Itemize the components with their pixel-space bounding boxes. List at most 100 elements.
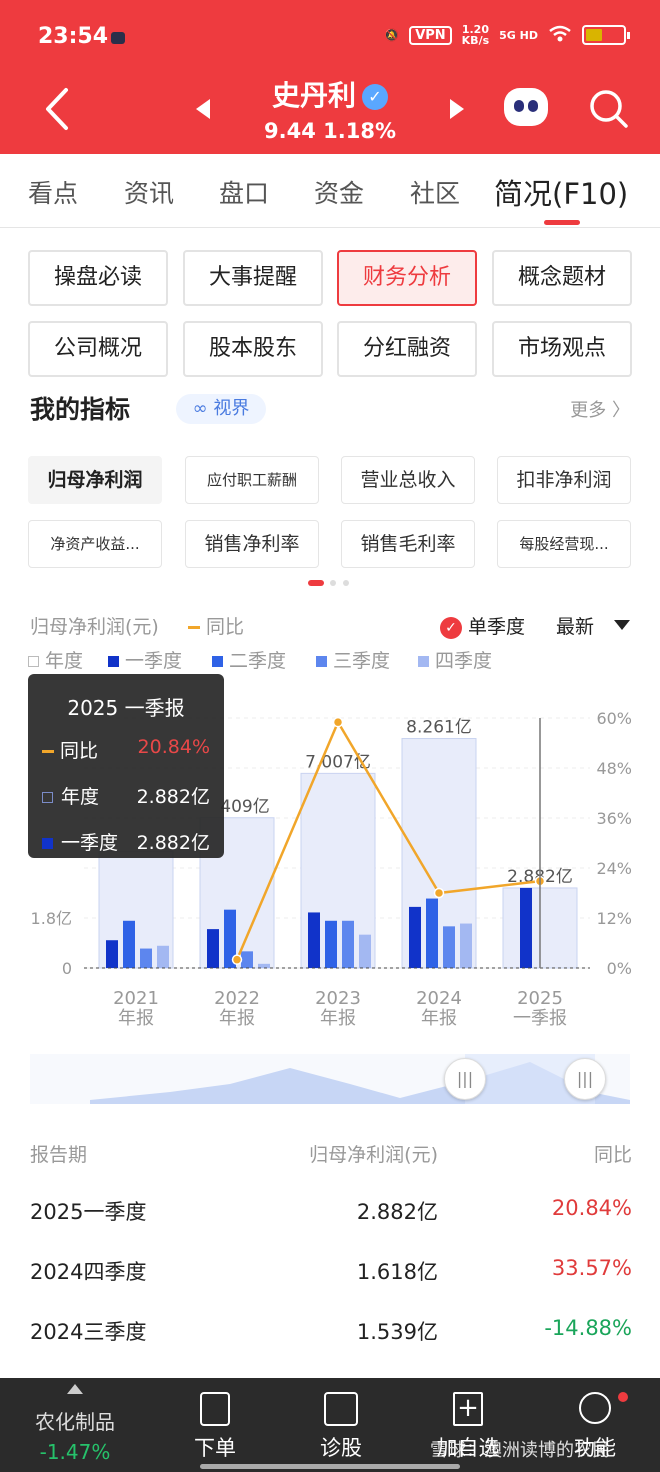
table-header-period: 报告期	[30, 1144, 88, 1166]
ai-assistant-icon[interactable]	[504, 88, 548, 126]
row-value: 1.539亿	[356, 1320, 438, 1344]
latest-dropdown[interactable]: 最新	[556, 612, 594, 639]
chevron-down-icon[interactable]	[614, 620, 630, 630]
quarter-bar	[258, 963, 270, 968]
slider-handle-right[interactable]: |||	[564, 1058, 606, 1100]
vpn-badge: VPN	[409, 25, 452, 45]
single-quarter-toggle[interactable]: ✓ 单季度	[440, 612, 525, 639]
quick-btn-market-views[interactable]: 市场观点	[492, 321, 632, 377]
chevron-up-icon	[67, 1384, 83, 1394]
legend-q4: 四季度	[418, 646, 492, 673]
sector-change: -1.47%	[39, 1440, 111, 1464]
page-dot	[343, 580, 349, 586]
mute-icon: 🔕	[384, 28, 400, 42]
status-time: 23:54	[38, 24, 109, 49]
quarter-bar	[342, 920, 354, 968]
yoy-legend: 同比	[188, 612, 244, 639]
bar-label: 409亿	[220, 797, 269, 817]
table-row[interactable]: 2024四季度 1.618亿 33.57%	[0, 1256, 660, 1296]
table-row[interactable]: 2025一季度 2.882亿 20.84%	[0, 1196, 660, 1236]
quarter-bar	[207, 929, 219, 968]
indicator-revenue[interactable]: 营业总收入	[341, 456, 475, 504]
quarter-bar	[123, 920, 135, 968]
stock-quote: 9.44 1.18%	[0, 119, 660, 143]
more-link[interactable]: 更多 〉	[570, 396, 630, 422]
plus-icon: +	[453, 1392, 483, 1426]
tab-community[interactable]: 社区	[410, 174, 460, 210]
wifi-icon	[548, 25, 572, 46]
check-icon: ✓	[440, 616, 462, 639]
indicator-payroll[interactable]: 应付职工薪酬	[185, 456, 319, 504]
tooltip-row-yoy: 同比 20.84%	[42, 736, 210, 762]
yoy-point	[231, 954, 243, 965]
table-row[interactable]: 2024三季度 1.539亿 -14.88%	[0, 1316, 660, 1356]
sector-quote[interactable]: 农化制品 -1.47%	[20, 1378, 130, 1472]
yoy-point	[332, 716, 344, 728]
battery-icon	[582, 25, 630, 45]
indicator-net-margin[interactable]: 销售净利率	[185, 520, 319, 568]
legend-q1: 一季度	[108, 646, 182, 673]
tab-news[interactable]: 资讯	[124, 174, 174, 210]
quarter-bar	[359, 934, 371, 968]
status-icons: 🔕 VPN 1.20 KB/s 5G HD	[384, 23, 630, 47]
indicator-gross-margin[interactable]: 销售毛利率	[341, 520, 475, 568]
tab-highlights[interactable]: 看点	[28, 174, 78, 210]
home-indicator[interactable]	[200, 1464, 460, 1469]
watermark: 雪球：澳洲读博的农民	[430, 1440, 610, 1461]
quick-btn-dividends[interactable]: 分红融资	[337, 321, 477, 377]
page-dot	[330, 580, 336, 586]
x-tick-label: 一季报	[513, 1008, 567, 1029]
menu-icon	[579, 1392, 611, 1424]
main-tabs: 看点 资讯 盘口 资金 社区 简况(F10)	[0, 154, 660, 228]
quick-btn-trading-guide[interactable]: 操盘必读	[28, 250, 168, 306]
page-dot-active	[308, 580, 324, 586]
x-tick-label: 年报	[421, 1008, 457, 1029]
quarter-bar	[460, 923, 472, 968]
stock-title: 史丹利 ✓	[0, 74, 660, 114]
stock-name: 史丹利	[271, 79, 356, 112]
diagnose-button[interactable]: 诊股	[286, 1378, 396, 1472]
indicator-deducted-profit[interactable]: 扣非净利润	[497, 456, 631, 504]
x-tick-label: 2023	[315, 988, 361, 1009]
quarter-bar	[241, 951, 253, 968]
quick-btn-shareholders[interactable]: 股本股东	[183, 321, 323, 377]
range-slider-track[interactable]	[30, 1054, 630, 1104]
app-header: 23:54 🔕 VPN 1.20 KB/s 5G HD 史丹利 ✓ 9.44 1.1…	[0, 0, 660, 154]
tab-quote[interactable]: 盘口	[219, 174, 269, 210]
indicator-net-profit[interactable]: 归母净利润	[28, 456, 162, 504]
row-yoy: 20.84%	[551, 1196, 632, 1220]
search-icon[interactable]	[588, 88, 630, 130]
slider-handle-left[interactable]: |||	[444, 1058, 486, 1100]
indicator-roe[interactable]: 净资产收益...	[28, 520, 162, 568]
row-period: 2024三季度	[30, 1320, 147, 1344]
y-left-tick: 0	[62, 959, 72, 978]
view-chip[interactable]: ∞ 视界	[176, 394, 266, 424]
quarter-bar	[520, 887, 532, 968]
tab-funds[interactable]: 资金	[314, 174, 364, 210]
section-title: 我的指标	[30, 395, 131, 424]
yoy-line	[235, 719, 541, 961]
x-tick-label: 2024	[416, 988, 462, 1009]
tooltip-row-q1: 一季度 2.882亿	[42, 828, 210, 854]
quarter-bar	[409, 906, 421, 968]
table-header-yoy: 同比	[593, 1144, 632, 1166]
order-button[interactable]: 下单	[160, 1378, 270, 1472]
order-icon	[200, 1392, 230, 1426]
quick-btn-financial-analysis[interactable]: 财务分析	[337, 250, 477, 306]
indicator-operating-cashflow[interactable]: 每股经营现...	[497, 520, 631, 568]
active-tab-indicator	[544, 220, 580, 225]
next-stock-arrow[interactable]	[450, 99, 464, 119]
x-tick-label: 年报	[320, 1008, 356, 1029]
tab-f10[interactable]: 简况(F10)	[494, 171, 628, 213]
network-speed: 1.20 KB/s	[461, 23, 490, 47]
y-right-tick: 0%	[607, 959, 632, 978]
quick-btn-company-profile[interactable]: 公司概况	[28, 321, 168, 377]
notification-dot	[618, 1392, 628, 1402]
quick-btn-events[interactable]: 大事提醒	[183, 250, 323, 306]
quarter-bar	[308, 912, 320, 968]
quarter-bar	[426, 898, 438, 968]
quick-btn-concepts[interactable]: 概念题材	[492, 250, 632, 306]
row-value: 1.618亿	[356, 1260, 438, 1284]
quarter-bar	[325, 920, 337, 968]
signal-icon: 5G HD	[499, 28, 538, 42]
